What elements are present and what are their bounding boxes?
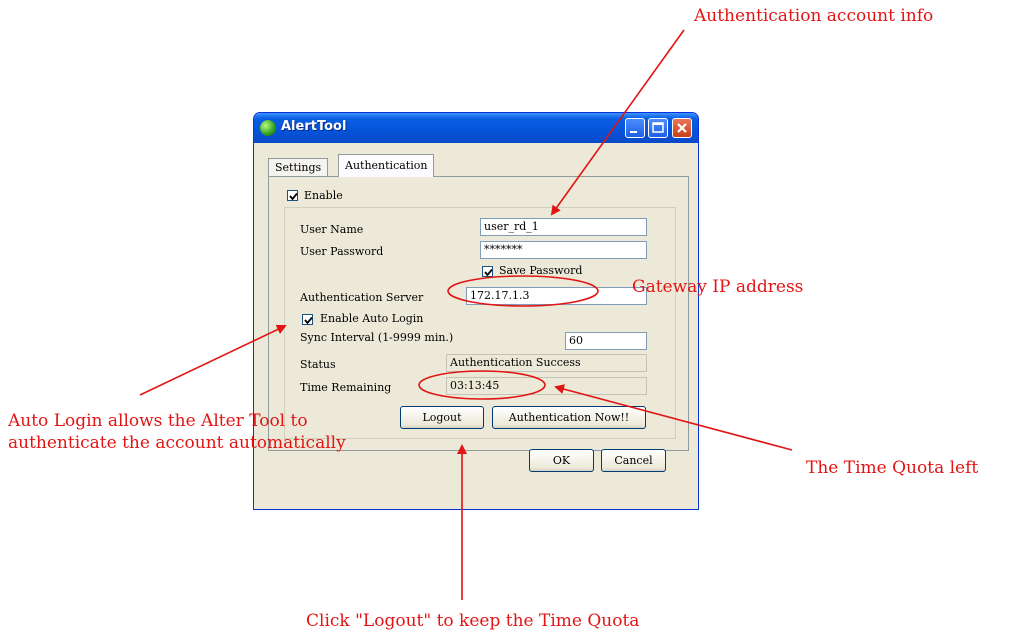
sync-interval-input[interactable]: 60 [565, 332, 647, 350]
time-remaining-value: 03:13:45 [446, 377, 647, 395]
title-bar[interactable]: AlertTool [254, 113, 698, 143]
annotation-auto-login-line2: authenticate the account automatically [8, 433, 346, 453]
close-button[interactable] [672, 118, 692, 138]
user-password-input[interactable]: ******* [480, 241, 647, 259]
maximize-button[interactable] [648, 118, 668, 138]
save-password-label: Save Password [499, 264, 583, 277]
save-password-checkbox[interactable] [482, 266, 493, 277]
user-name-input[interactable]: user_rd_1 [480, 218, 647, 236]
annotation-auto-login-line1: Auto Login allows the Alter Tool to [8, 411, 308, 431]
tab-settings[interactable]: Settings [268, 158, 329, 176]
authentication-now-button[interactable]: Authentication Now!! [492, 406, 646, 429]
minimize-icon [630, 131, 637, 133]
checkmark-icon [304, 316, 313, 325]
sync-interval-label: Sync Interval (1-9999 min.) [300, 331, 454, 344]
enable-auto-login-checkbox[interactable] [302, 314, 313, 325]
app-globe-icon [260, 120, 276, 136]
annotation-gateway-ip: Gateway IP address [632, 277, 804, 297]
auth-server-input[interactable]: 172.17.1.3 [466, 287, 647, 305]
tab-authentication[interactable]: Authentication [338, 154, 435, 177]
ok-button[interactable]: OK [529, 449, 594, 472]
status-value: Authentication Success [446, 354, 647, 372]
checkmark-icon [289, 192, 298, 201]
enable-checkbox[interactable] [287, 190, 298, 201]
enable-auto-login-label: Enable Auto Login [320, 312, 424, 325]
checkmark-icon [484, 268, 493, 277]
cancel-button[interactable]: Cancel [601, 449, 666, 472]
annotation-time-quota-left: The Time Quota left [806, 458, 979, 478]
logout-button[interactable]: Logout [400, 406, 484, 429]
status-label: Status [300, 358, 336, 371]
user-password-label: User Password [300, 245, 384, 258]
annotation-logout-hint: Click "Logout" to keep the Time Quota [306, 611, 640, 631]
maximize-icon [652, 122, 664, 133]
time-remaining-label: Time Remaining [300, 381, 392, 394]
window-title: AlertTool [281, 119, 347, 134]
close-icon [677, 123, 687, 133]
minimize-button[interactable] [625, 118, 645, 138]
enable-label: Enable [304, 189, 343, 202]
annotation-account-info: Authentication account info [694, 6, 934, 26]
user-name-label: User Name [300, 223, 364, 236]
auth-server-label: Authentication Server [300, 291, 424, 304]
